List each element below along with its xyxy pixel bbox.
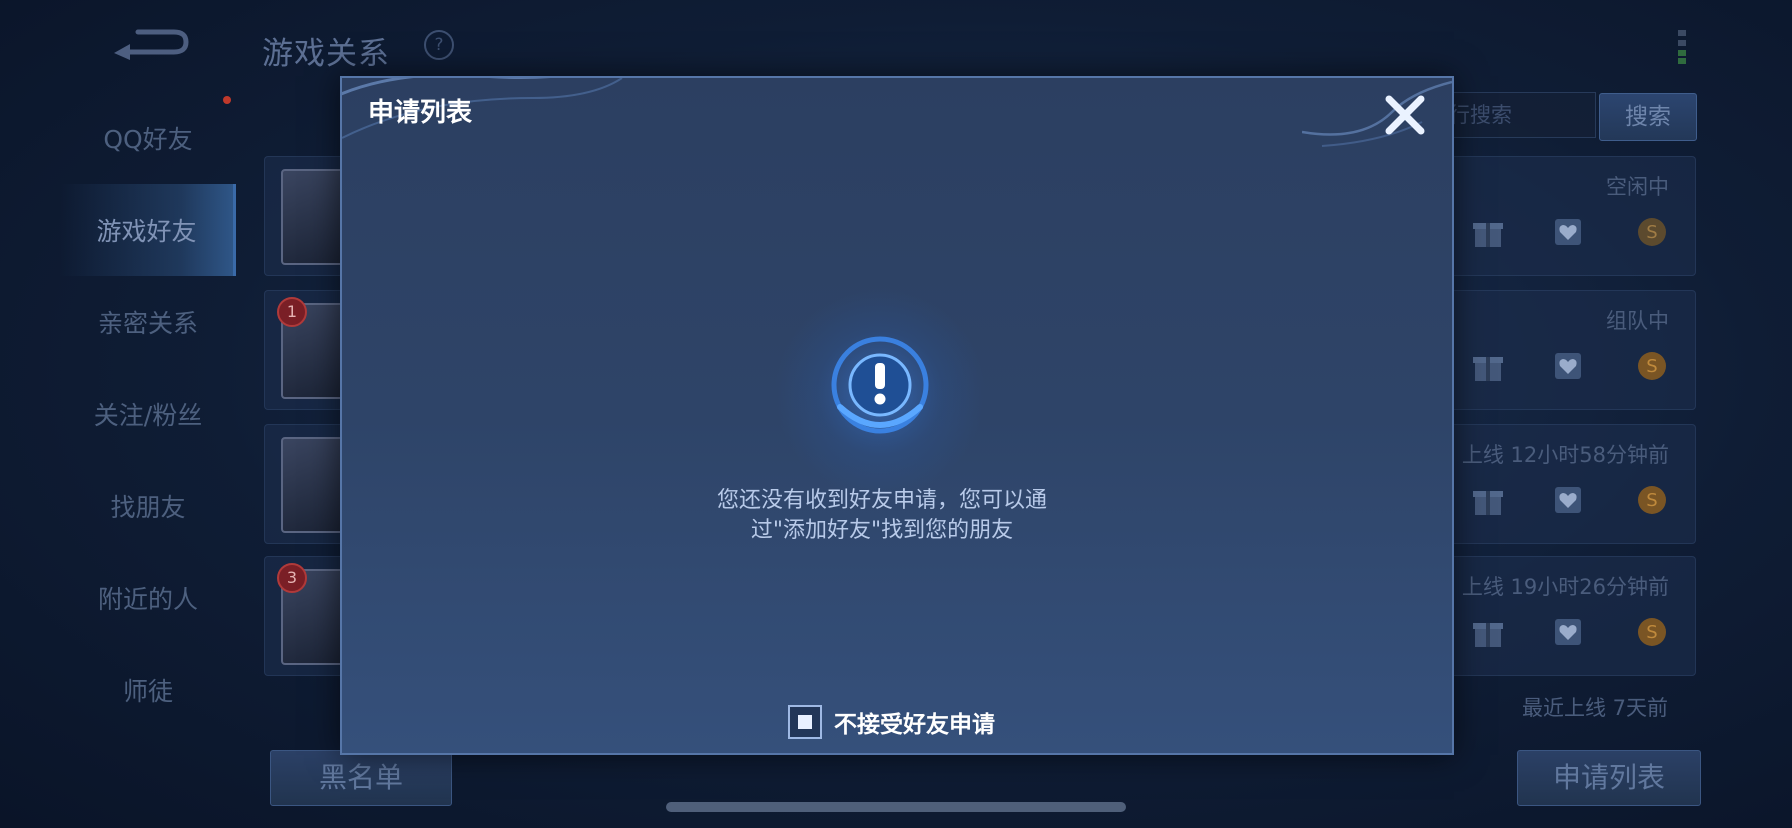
sidebar-item-label: QQ好友 <box>103 125 193 154</box>
friend-status: 上线 12小时58分钟前 <box>1461 443 1669 467</box>
close-icon[interactable] <box>1382 92 1428 138</box>
gift-icon[interactable] <box>1471 349 1505 383</box>
svg-text:S: S <box>1646 222 1657 243</box>
heart-card-icon[interactable] <box>1551 615 1585 649</box>
gift-icon[interactable] <box>1471 615 1505 649</box>
blacklist-button[interactable]: 黑名单 <box>270 750 452 806</box>
sidebar-item-find-friends[interactable]: 找朋友 <box>60 460 236 552</box>
home-indicator[interactable] <box>666 802 1126 812</box>
signal-icon <box>1678 30 1686 64</box>
checkbox-checked-mark <box>798 715 812 729</box>
search-button[interactable]: 搜索 <box>1599 93 1697 141</box>
notification-dot <box>223 96 231 104</box>
gift-icon[interactable] <box>1471 483 1505 517</box>
svg-text:S: S <box>1646 622 1657 643</box>
sidebar-item-label: 师徒 <box>122 677 173 706</box>
friend-status: 空闲中 <box>1606 175 1669 199</box>
swirl-ornament-right <box>1302 80 1452 147</box>
reject-requests-label: 不接受好友申请 <box>834 712 995 738</box>
reject-requests-checkbox[interactable] <box>788 705 822 739</box>
sidebar-item-label: 游戏好友 <box>96 217 197 246</box>
heart-card-icon[interactable] <box>1551 349 1585 383</box>
sidebar-item-game-friends[interactable]: 游戏好友 <box>60 184 236 276</box>
sidebar-item-intimate[interactable]: 亲密关系 <box>60 276 236 368</box>
sidebar-item-label: 关注/粉丝 <box>93 401 203 430</box>
page-title: 游戏关系 <box>262 36 390 72</box>
coin-icon[interactable]: S <box>1635 483 1669 517</box>
friend-status: 最近上线 7天前 <box>1521 696 1668 720</box>
empty-message-line1: 您还没有收到好友申请，您可以通 <box>716 488 1047 513</box>
friend-status: 组队中 <box>1606 309 1669 333</box>
heart-card-icon[interactable] <box>1551 215 1585 249</box>
sidebar-item-follow-fans[interactable]: 关注/粉丝 <box>60 368 236 460</box>
empty-message-line2: 过"添加好友"找到您的朋友 <box>750 518 1014 543</box>
back-arrow-icon[interactable] <box>112 26 190 60</box>
coin-icon[interactable]: S <box>1635 215 1669 249</box>
sidebar: QQ好友 游戏好友 亲密关系 关注/粉丝 找朋友 附近的人 师徒 <box>60 92 236 736</box>
sidebar-item-qq-friends[interactable]: QQ好友 <box>60 92 236 184</box>
sidebar-item-label: 亲密关系 <box>97 309 198 338</box>
coin-icon[interactable]: S <box>1635 349 1669 383</box>
request-list-button[interactable]: 申请列表 <box>1517 750 1701 806</box>
sidebar-item-nearby[interactable]: 附近的人 <box>60 552 236 644</box>
coin-icon[interactable]: S <box>1635 615 1669 649</box>
empty-message: 您还没有收到好友申请，您可以通 过"添加好友"找到您的朋友 <box>642 486 1122 546</box>
svg-text:S: S <box>1646 490 1657 511</box>
sidebar-item-mentor[interactable]: 师徒 <box>60 644 236 736</box>
dialog-title: 申请列表 <box>368 98 473 128</box>
svg-text:S: S <box>1646 356 1657 377</box>
sidebar-item-label: 找朋友 <box>110 493 186 522</box>
exclamation-icon <box>775 288 985 498</box>
gift-icon[interactable] <box>1471 215 1505 249</box>
friend-status: 上线 19小时26分钟前 <box>1461 575 1669 599</box>
rank-badge: 1 <box>277 297 307 327</box>
sidebar-item-label: 附近的人 <box>97 585 198 614</box>
rank-badge: 3 <box>277 563 307 593</box>
help-icon[interactable]: ? <box>424 30 454 60</box>
request-list-dialog: 申请列表 您还没有收到好友申请，您可以通 过"添加好友"找到您的朋友 不接受好友… <box>340 76 1454 755</box>
search-input[interactable]: 行搜索 <box>1440 92 1596 138</box>
heart-card-icon[interactable] <box>1551 483 1585 517</box>
reject-requests-option[interactable]: 不接受好友申请 <box>788 702 995 742</box>
